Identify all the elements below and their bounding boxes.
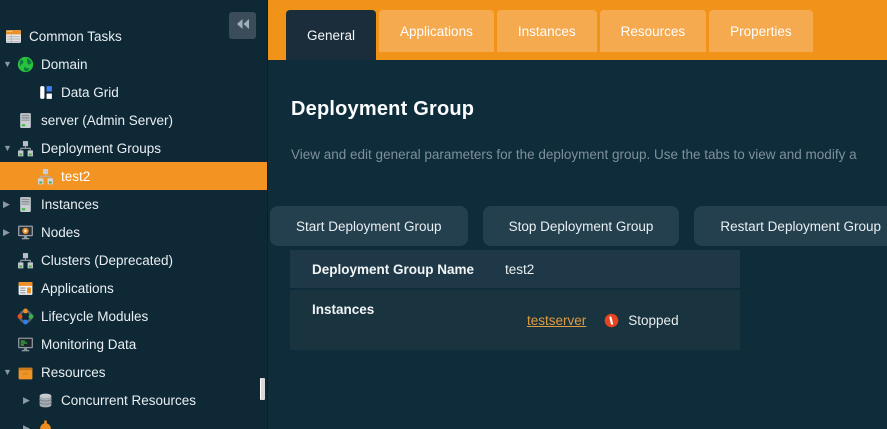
sidebar-item-applications[interactable]: Applications (0, 274, 267, 302)
sidebar-item-monitoring-data[interactable]: Monitoring Data (0, 330, 267, 358)
applications-window-icon (17, 280, 34, 297)
sidebar-item-label: Concurrent Resources (61, 393, 196, 408)
sidebar-item-clusters-deprecated[interactable]: Clusters (Deprecated) (0, 246, 267, 274)
sidebar: Common Tasks ▼ Domain Data Grid server (… (0, 0, 268, 429)
sidebar-item-label: Clusters (Deprecated) (41, 253, 173, 268)
tab-bar: General Applications Instances Resources… (268, 0, 887, 60)
instance-cell: testserver Stopped (527, 290, 679, 350)
sidebar-item-instances[interactable]: ▶ Instances (0, 190, 267, 218)
sidebar-item-label: Data Grid (61, 85, 119, 100)
sidebar-item-data-grid[interactable]: Data Grid (0, 78, 267, 106)
double-left-arrow-icon (236, 18, 250, 33)
sidebar-item-common-tasks[interactable]: Common Tasks (0, 22, 267, 50)
sidebar-item-domain[interactable]: ▼ Domain (0, 50, 267, 78)
server-icon (17, 196, 34, 213)
tree-expand-icon[interactable]: ▶ (23, 424, 37, 429)
tree-expand-icon[interactable]: ▶ (3, 200, 17, 209)
lifecycle-cycle-icon (17, 308, 34, 325)
sidebar-item-label: test2 (61, 169, 90, 184)
sidebar-item-lifecycle-modules[interactable]: Lifecycle Modules (0, 302, 267, 330)
sidebar-item-label: Monitoring Data (41, 337, 136, 352)
tab-general[interactable]: General (286, 10, 376, 60)
sidebar-item-label: Lifecycle Modules (41, 309, 148, 324)
deployment-group-properties-table: Deployment Group Name test2 Instances te… (290, 250, 740, 350)
cluster-icon (17, 140, 34, 157)
tab-applications[interactable]: Applications (379, 10, 494, 52)
page-title: Deployment Group (291, 98, 887, 121)
tree-collapse-icon[interactable]: ▼ (3, 144, 17, 153)
sidebar-item-concurrent-resources[interactable]: ▶ Concurrent Resources (0, 386, 267, 414)
sidebar-item-label: Domain (41, 57, 88, 72)
sidebar-item-label: Resources (41, 365, 106, 380)
deployment-group-name-label: Deployment Group Name (312, 262, 505, 277)
sidebar-item-label: Instances (41, 197, 99, 212)
cluster-icon (17, 252, 34, 269)
server-icon (17, 112, 34, 129)
sidebar-scrollbar-thumb[interactable] (260, 378, 265, 400)
sidebar-item-test2[interactable]: test2 (0, 162, 267, 190)
page-subtitle: View and edit general parameters for the… (291, 147, 887, 162)
sidebar-item-server-admin[interactable]: server (Admin Server) (0, 106, 267, 134)
tree-expand-icon[interactable]: ▶ (23, 396, 37, 405)
sidebar-item-label: server (Admin Server) (41, 113, 173, 128)
globe-icon (17, 56, 34, 73)
stop-deployment-group-button[interactable]: Stop Deployment Group (483, 206, 680, 246)
sidebar-item-nodes[interactable]: ▶ Nodes (0, 218, 267, 246)
resources-box-icon (17, 364, 34, 381)
table-row: Deployment Group Name test2 (290, 250, 740, 288)
sidebar-collapse-button[interactable] (229, 12, 256, 39)
sidebar-item-label: Common Tasks (29, 29, 122, 44)
instances-label: Instances (312, 290, 505, 350)
table-row: Instances testserver Stopped (290, 290, 740, 350)
action-button-row: Start Deployment Group Stop Deployment G… (270, 206, 887, 246)
sidebar-item-connectors-partial[interactable]: ▶ (0, 414, 267, 429)
sidebar-item-label: Nodes (41, 225, 80, 240)
tab-resources[interactable]: Resources (600, 10, 707, 52)
cluster-icon (37, 168, 54, 185)
status-text: Stopped (628, 313, 678, 328)
navigation-tree: Common Tasks ▼ Domain Data Grid server (… (0, 22, 267, 429)
instance-link-testserver[interactable]: testserver (527, 313, 586, 328)
start-deployment-group-button[interactable]: Start Deployment Group (270, 206, 468, 246)
tree-collapse-icon[interactable]: ▼ (3, 60, 17, 69)
tree-expand-icon[interactable]: ▶ (3, 228, 17, 237)
connector-icon (37, 420, 54, 429)
monitor-chart-icon (17, 336, 34, 353)
sidebar-item-label: Deployment Groups (41, 141, 161, 156)
tab-instances[interactable]: Instances (497, 10, 597, 52)
deployment-group-name-value: test2 (505, 262, 534, 277)
instance-status: Stopped (604, 313, 678, 328)
restart-deployment-group-button[interactable]: Restart Deployment Group (694, 206, 887, 246)
tasks-table-icon (5, 28, 22, 45)
database-icon (37, 392, 54, 409)
data-grid-icon (37, 84, 54, 101)
tree-collapse-icon[interactable]: ▼ (3, 368, 17, 377)
sidebar-item-deployment-groups[interactable]: ▼ Deployment Groups (0, 134, 267, 162)
node-monitor-icon (17, 224, 34, 241)
sidebar-item-label: Applications (41, 281, 114, 296)
main-panel: General Applications Instances Resources… (268, 0, 887, 429)
tab-properties[interactable]: Properties (709, 10, 813, 52)
stopped-status-icon (604, 313, 619, 328)
sidebar-item-resources[interactable]: ▼ Resources (0, 358, 267, 386)
